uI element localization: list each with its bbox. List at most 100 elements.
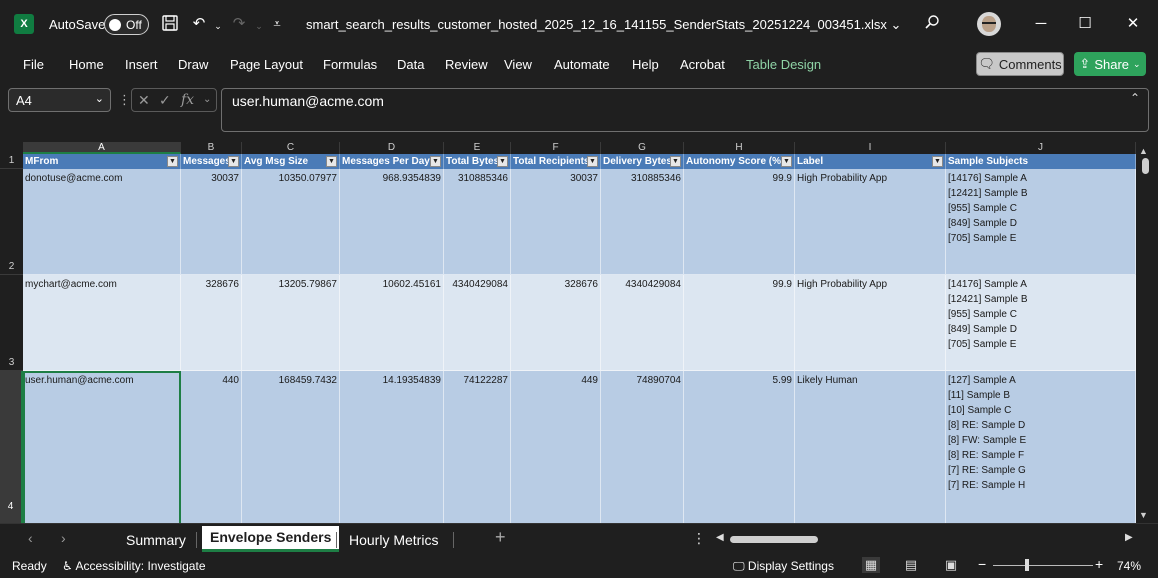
cell-autonomy-score[interactable]: 99.9 xyxy=(684,275,795,371)
cell-sample-subjects[interactable]: [14176] Sample A [12421] Sample B [955] … xyxy=(946,169,1136,275)
vertical-scrollbar[interactable]: ▲ ▼ xyxy=(1138,146,1152,523)
scroll-right-icon[interactable]: ▶ xyxy=(1125,532,1133,543)
sheet-tab-summary[interactable]: Summary xyxy=(126,532,186,548)
column-header-j[interactable]: J xyxy=(946,142,1136,154)
minimize-icon[interactable]: ─ xyxy=(1030,14,1052,34)
row-header-3[interactable]: 3 xyxy=(0,275,23,371)
filter-dropdown-icon[interactable]: ▼ xyxy=(430,156,441,167)
search-icon[interactable] xyxy=(921,14,943,36)
undo-dropdown-icon[interactable]: ⌄ xyxy=(207,16,229,36)
page-layout-view-icon[interactable]: ▤ xyxy=(902,557,920,573)
add-sheet-icon[interactable]: + xyxy=(495,527,506,548)
filter-dropdown-icon[interactable]: ▼ xyxy=(781,156,792,167)
cell-sample-subjects[interactable]: [127] Sample A [11] Sample B [10] Sample… xyxy=(946,371,1136,523)
zoom-slider-thumb[interactable] xyxy=(1025,559,1029,571)
tab-automate[interactable]: Automate xyxy=(554,57,610,72)
filter-dropdown-icon[interactable]: ▼ xyxy=(587,156,598,167)
cell-label[interactable]: Likely Human xyxy=(795,371,946,523)
zoom-out-icon[interactable]: − xyxy=(978,556,986,572)
tab-formulas[interactable]: Formulas xyxy=(323,57,377,72)
cell-delivery-bytes[interactable]: 310885346 xyxy=(601,169,684,275)
filter-dropdown-icon[interactable]: ▼ xyxy=(228,156,239,167)
cell-mfrom[interactable]: mychart@acme.com xyxy=(23,275,181,371)
tab-review[interactable]: Review xyxy=(445,57,488,72)
cell-messages-per-day[interactable]: 10602.45161 xyxy=(340,275,444,371)
tab-help[interactable]: Help xyxy=(632,57,659,72)
filter-dropdown-icon[interactable]: ▼ xyxy=(670,156,681,167)
zoom-level[interactable]: 74% xyxy=(1117,559,1141,573)
filter-dropdown-icon[interactable]: ▼ xyxy=(326,156,337,167)
spreadsheet-grid[interactable]: A B C D E F G H I J 1 2 3 4 MFrom ▼ Messa… xyxy=(0,140,1158,523)
cell-total-bytes[interactable]: 4340429084 xyxy=(444,275,511,371)
maximize-icon[interactable]: ☐ xyxy=(1074,14,1096,34)
tab-acrobat[interactable]: Acrobat xyxy=(680,57,725,72)
cell-total-recipients[interactable]: 328676 xyxy=(511,275,601,371)
scroll-down-icon[interactable]: ▼ xyxy=(1139,510,1148,520)
tab-insert[interactable]: Insert xyxy=(125,57,158,72)
column-header-b[interactable]: B xyxy=(181,142,242,154)
save-icon[interactable] xyxy=(159,14,181,38)
collapse-formula-icon[interactable]: ⌃ xyxy=(1130,91,1140,105)
cancel-icon[interactable]: ✕ xyxy=(138,92,150,109)
accessibility-status[interactable]: ♿ Accessibility: Investigate xyxy=(62,559,206,573)
tab-draw[interactable]: Draw xyxy=(178,57,208,72)
cell-autonomy-score[interactable]: 99.9 xyxy=(684,169,795,275)
column-header-a[interactable]: A xyxy=(23,142,181,154)
tab-home[interactable]: Home xyxy=(69,57,104,72)
tab-view[interactable]: View xyxy=(504,57,532,72)
column-header-c[interactable]: C xyxy=(242,142,340,154)
cell-avg-msg-size[interactable]: 10350.07977 xyxy=(242,169,340,275)
sheet-tab-hourly-metrics[interactable]: Hourly Metrics xyxy=(349,532,438,548)
cell-messages-per-day[interactable]: 968.9354839 xyxy=(340,169,444,275)
cell-total-bytes[interactable]: 310885346 xyxy=(444,169,511,275)
tab-file[interactable]: File xyxy=(23,57,44,72)
formula-input[interactable]: user.human@acme.com ⌃ xyxy=(221,88,1149,132)
cell-messages-per-day[interactable]: 14.19354839 xyxy=(340,371,444,523)
row-header-2[interactable]: 2 xyxy=(0,169,23,275)
share-button[interactable]: ⇪ Share ⌄ xyxy=(1074,52,1146,76)
chevron-down-icon[interactable]: ⌄ xyxy=(95,92,104,105)
cell-total-recipients[interactable]: 30037 xyxy=(511,169,601,275)
display-settings-button[interactable]: 🖵 Display Settings xyxy=(733,559,834,574)
normal-view-icon[interactable]: ▦ xyxy=(862,557,880,573)
cell-delivery-bytes[interactable]: 74890704 xyxy=(601,371,684,523)
cell-total-bytes[interactable]: 74122287 xyxy=(444,371,511,523)
previous-sheet-icon[interactable]: ‹ xyxy=(28,530,33,546)
cell-messages[interactable]: 30037 xyxy=(181,169,242,275)
column-header-i[interactable]: I xyxy=(795,142,946,154)
column-header-e[interactable]: E xyxy=(444,142,511,154)
autosave-toggle[interactable]: Off xyxy=(104,14,149,35)
redo-icon[interactable]: ↷ xyxy=(228,14,250,34)
cell-delivery-bytes[interactable]: 4340429084 xyxy=(601,275,684,371)
page-break-preview-icon[interactable]: ▣ xyxy=(942,557,960,573)
cell-sample-subjects[interactable]: [14176] Sample A [12421] Sample B [955] … xyxy=(946,275,1136,371)
horizontal-scrollbar[interactable]: ◀ ▶ xyxy=(716,532,1136,546)
filter-dropdown-icon[interactable]: ▼ xyxy=(497,156,508,167)
filter-dropdown-icon[interactable]: ▼ xyxy=(932,156,943,167)
name-box[interactable]: A4 ⌄ xyxy=(8,88,111,112)
cell-autonomy-score[interactable]: 5.99 xyxy=(684,371,795,523)
cell-avg-msg-size[interactable]: 13205.79867 xyxy=(242,275,340,371)
avatar[interactable] xyxy=(977,12,1001,36)
customize-icon[interactable]: ⩡ xyxy=(266,14,288,34)
column-header-g[interactable]: G xyxy=(601,142,684,154)
vertical-scroll-thumb[interactable] xyxy=(1142,158,1149,174)
cell-messages[interactable]: 440 xyxy=(181,371,242,523)
insert-function-icon[interactable]: fx xyxy=(181,92,194,108)
filter-dropdown-icon[interactable]: ▼ xyxy=(167,156,178,167)
enter-icon[interactable]: ✓ xyxy=(159,92,171,109)
row-header-4[interactable]: 4 xyxy=(0,371,23,523)
next-sheet-icon[interactable]: › xyxy=(61,530,66,546)
cell-mfrom-active[interactable]: user.human@acme.com xyxy=(23,371,181,523)
close-icon[interactable]: ✕ xyxy=(1122,14,1144,34)
sheet-tab-envelope-senders[interactable]: Envelope Senders xyxy=(202,526,340,552)
cell-label[interactable]: High Probability App xyxy=(795,275,946,371)
cell-messages[interactable]: 328676 xyxy=(181,275,242,371)
column-header-h[interactable]: H xyxy=(684,142,795,154)
zoom-slider-track[interactable] xyxy=(993,565,1093,566)
chevron-down-icon[interactable]: ⌄ xyxy=(203,94,211,105)
row-header-1[interactable]: 1 xyxy=(0,154,23,169)
zoom-in-icon[interactable]: + xyxy=(1095,556,1103,572)
more-options-icon[interactable]: ⋮ xyxy=(692,530,706,547)
cell-mfrom[interactable]: donotuse@acme.com xyxy=(23,169,181,275)
